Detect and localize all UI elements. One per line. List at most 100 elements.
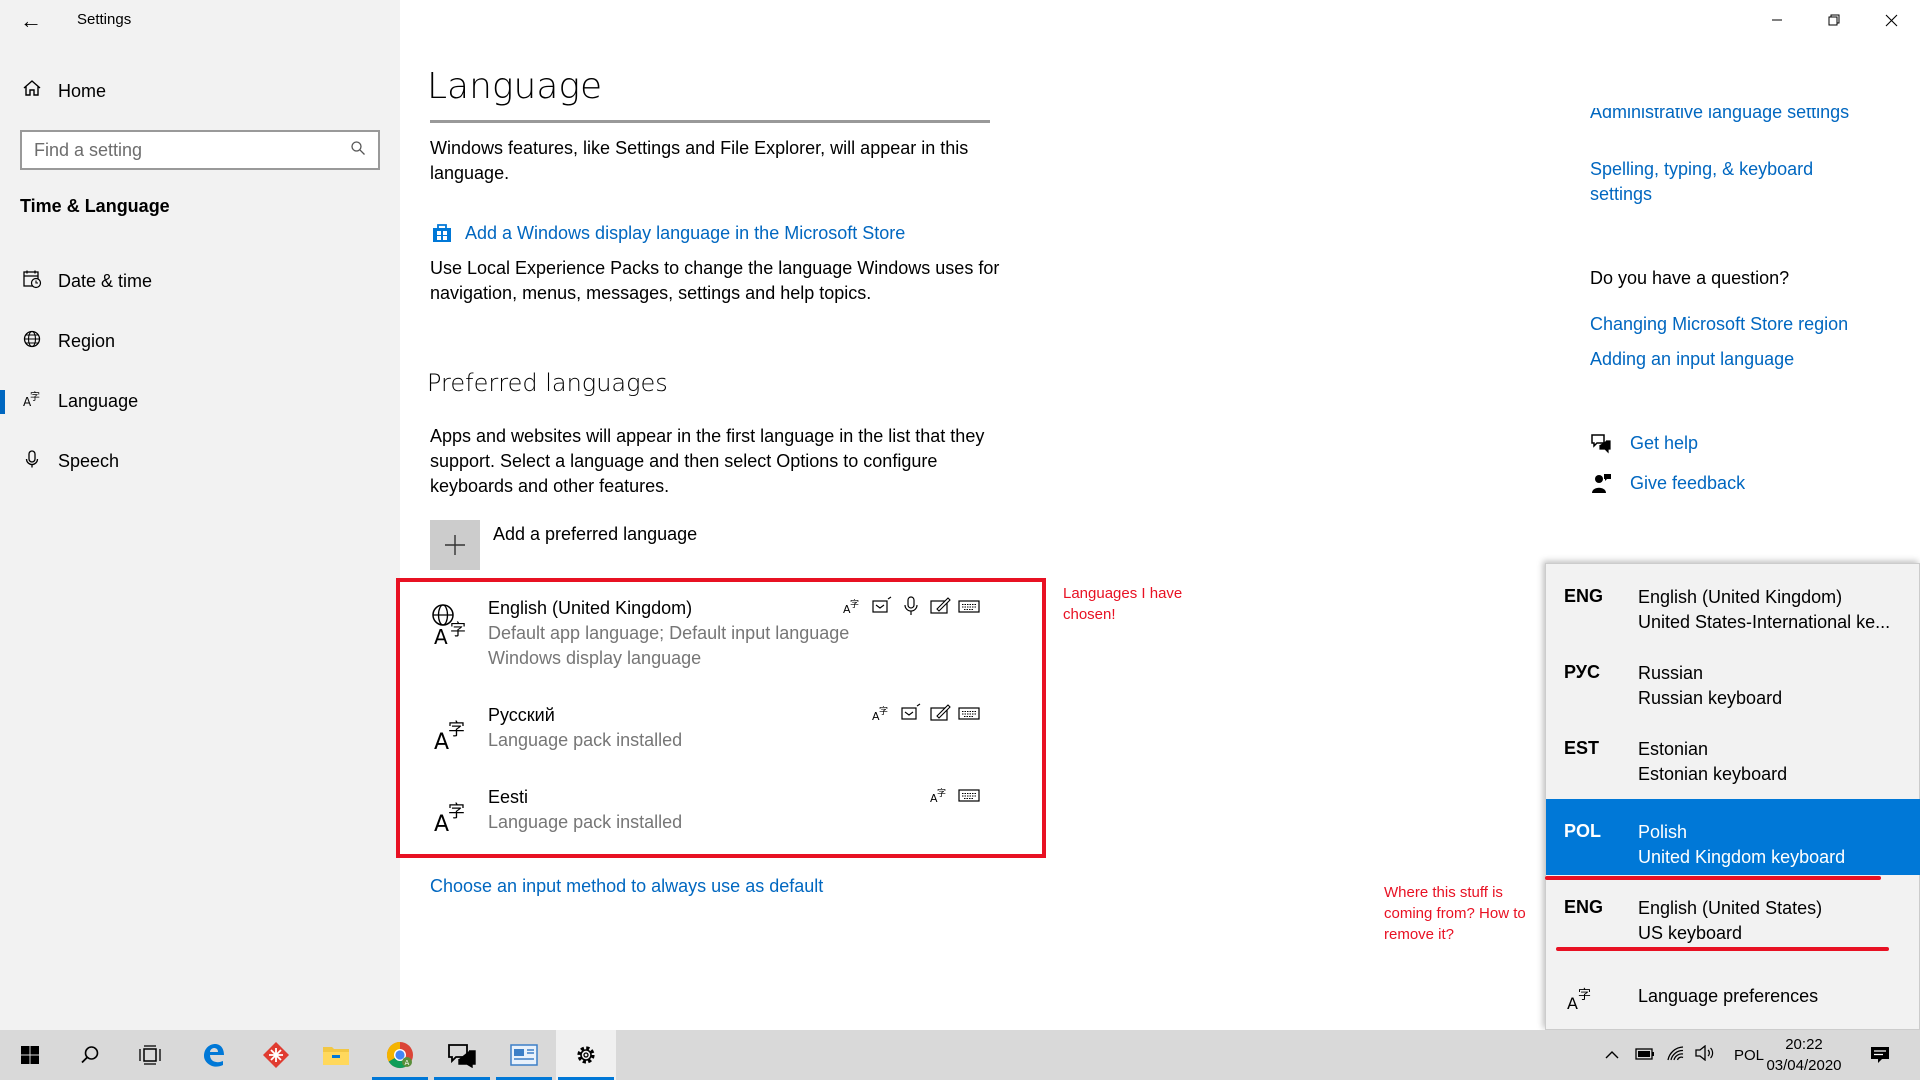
choose-input-method-link[interactable]: Choose an input method to always use as … — [430, 876, 823, 897]
flyout-item-language: English (United States) — [1638, 898, 1823, 918]
give-feedback-link[interactable]: Give feedback — [1590, 472, 1745, 494]
nav-home[interactable]: Home — [20, 78, 106, 104]
annotation-languages-chosen: Languages I have chosen! — [1063, 585, 1183, 623]
battery-icon[interactable] — [1630, 1047, 1660, 1064]
sidebar-item-speech[interactable]: Speech — [0, 439, 400, 483]
clock-date: 03/04/2020 — [1766, 1057, 1842, 1074]
annotation-highlight-box — [396, 578, 1046, 858]
search-box[interactable] — [20, 130, 380, 170]
chevron-up-icon[interactable] — [1600, 1047, 1624, 1064]
language-icon: A字 — [1566, 982, 1596, 1013]
flyout-item-code: РУС — [1564, 662, 1600, 682]
app-title: Settings — [77, 11, 132, 28]
annotation-underline — [1545, 876, 1881, 880]
flyout-item-keyboard: United States-International ke... — [1638, 612, 1891, 632]
calendar-clock-icon — [20, 269, 44, 294]
file-explorer-icon[interactable] — [306, 1030, 366, 1080]
preferred-languages-description: Apps and websites will appear in the fir… — [430, 426, 985, 496]
home-icon — [20, 78, 44, 104]
question-heading: Do you have a question? — [1590, 268, 1790, 288]
add-preferred-language-label: Add a preferred language — [493, 524, 698, 544]
red-app-icon[interactable] — [246, 1030, 306, 1080]
sidebar-item-region[interactable]: Region — [0, 319, 400, 363]
flyout-item-language: English (United Kingdom) — [1638, 587, 1843, 607]
system-tray: POL — [1600, 1030, 1764, 1080]
add-preferred-language-button[interactable]: Add a preferred language — [430, 520, 697, 570]
taskbar-clock[interactable]: 20:22 03/04/2020 — [1762, 1034, 1846, 1076]
microphone-icon — [20, 449, 44, 474]
get-help-link[interactable]: Get help — [1590, 432, 1698, 454]
preferred-languages-heading: Preferred languages — [427, 369, 668, 397]
flyout-item-keyboard: Estonian keyboard — [1638, 764, 1788, 784]
annotation-underline — [1556, 947, 1889, 951]
sidebar-item-label: Region — [58, 330, 116, 351]
chrome-app-icon[interactable]: A — [370, 1030, 430, 1080]
input-switcher-flyout: ENG English (United Kingdom) United Stat… — [1545, 563, 1920, 1030]
close-button[interactable] — [1862, 0, 1920, 40]
action-center-button[interactable] — [1850, 1030, 1910, 1080]
svg-text:A: A — [1567, 994, 1578, 1012]
flyout-item-pol[interactable]: POL Polish United Kingdom keyboard — [1546, 799, 1920, 875]
get-help-icon — [1590, 432, 1612, 454]
taskbar: A POL 20:22 03/04/2020 — [0, 1030, 1920, 1080]
restore-button[interactable] — [1805, 0, 1863, 40]
lxp-description: Use Local Experience Packs to change the… — [430, 258, 1000, 303]
plus-icon — [430, 520, 480, 570]
flyout-item-code: ENG — [1564, 586, 1604, 606]
flyout-item-rus[interactable]: РУС Russian Russian keyboard — [1546, 640, 1920, 716]
sidebar-item-label: Date & time — [58, 270, 153, 291]
changing-store-region-link[interactable]: Changing Microsoft Store region — [1590, 312, 1848, 337]
search-input[interactable] — [34, 139, 350, 161]
flyout-item-est[interactable]: EST Estonian Estonian keyboard — [1546, 716, 1920, 792]
edge-app-icon[interactable] — [183, 1030, 243, 1080]
start-button[interactable] — [0, 1030, 60, 1080]
settings-app-icon[interactable] — [556, 1030, 616, 1080]
flyout-item-language: Russian — [1638, 663, 1704, 683]
display-language-dropdown[interactable] — [430, 120, 990, 123]
store-bag-icon — [430, 222, 454, 244]
sidebar-item-label: Language — [58, 390, 139, 411]
store-link[interactable]: Add a Windows display language in the Mi… — [430, 222, 905, 244]
sidebar-item-label: Speech — [58, 450, 120, 471]
flyout-item-code: POL — [1564, 821, 1602, 841]
minimize-button[interactable] — [1748, 0, 1806, 40]
svg-text:字: 字 — [1578, 988, 1591, 1003]
input-indicator[interactable]: POL — [1734, 1047, 1764, 1064]
back-arrow-icon[interactable]: ← — [18, 8, 44, 34]
language-icon: A字 — [20, 389, 44, 414]
search-icon[interactable] — [350, 140, 366, 161]
flyout-item-keyboard: US keyboard — [1638, 923, 1743, 943]
wifi-icon[interactable] — [1660, 1045, 1690, 1065]
adding-input-language-link[interactable]: Adding an input language — [1590, 347, 1794, 372]
feedback-hub-icon[interactable] — [432, 1030, 492, 1080]
sidebar: ← Settings Home Time & Language Date & t… — [0, 0, 400, 1030]
page-title: Language — [427, 66, 603, 107]
flyout-item-code: ENG — [1564, 897, 1604, 917]
give-feedback-icon — [1590, 472, 1612, 494]
flyout-item-language: Polish — [1638, 822, 1688, 842]
volume-icon[interactable] — [1690, 1044, 1720, 1065]
flyout-item-keyboard: Russian keyboard — [1638, 688, 1783, 708]
display-language-description: Windows features, like Settings and File… — [430, 138, 969, 183]
store-link-label[interactable]: Add a Windows display language in the Mi… — [465, 223, 905, 244]
sidebar-item-language[interactable]: A字 Language — [0, 379, 400, 423]
flyout-item-eng-us[interactable]: ENG English (United States) US keyboard — [1546, 875, 1920, 951]
spelling-typing-keyboard-link[interactable]: Spelling, typing, & keyboard settings — [1590, 157, 1813, 207]
search-taskbar-button[interactable] — [60, 1030, 120, 1080]
section-title: Time & Language — [20, 196, 170, 216]
flyout-item-eng-uk[interactable]: ENG English (United Kingdom) United Stat… — [1546, 564, 1920, 640]
clock-time: 20:22 — [1785, 1036, 1823, 1053]
nav-home-label: Home — [58, 80, 107, 101]
globe-icon — [20, 329, 44, 354]
flyout-item-keyboard: United Kingdom keyboard — [1638, 847, 1846, 867]
svg-text:字: 字 — [30, 390, 40, 403]
annotation-where-from: Where this stuff is coming from? How to … — [1384, 884, 1526, 943]
svg-text:A: A — [405, 1059, 410, 1067]
task-view-button[interactable] — [120, 1030, 180, 1080]
admin-language-settings-link[interactable]: Administrative language settings — [1590, 108, 1849, 125]
control-panel-icon[interactable] — [494, 1030, 554, 1080]
sidebar-item-date-time[interactable]: Date & time — [0, 259, 400, 303]
language-preferences-link[interactable]: A字 Language preferences — [1546, 968, 1920, 1028]
flyout-item-code: EST — [1564, 738, 1600, 758]
flyout-item-language: Estonian — [1638, 739, 1709, 759]
